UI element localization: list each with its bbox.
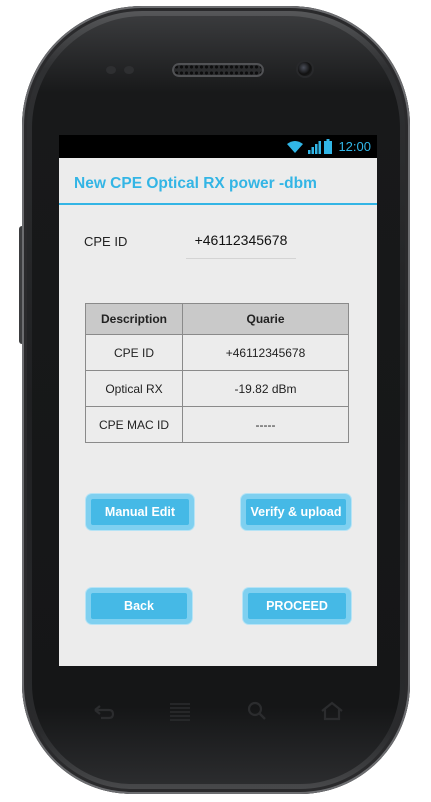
proceed-button[interactable]: PROCEED	[243, 588, 351, 624]
search-icon[interactable]	[244, 700, 270, 722]
table-header-row: Description Quarie	[85, 303, 349, 335]
manual-edit-button-label: Manual Edit	[91, 499, 189, 525]
earpiece-speaker	[172, 63, 264, 77]
back-icon[interactable]	[91, 700, 117, 722]
table-cell-value: -----	[182, 406, 349, 443]
wifi-icon	[287, 140, 304, 153]
table-cell-description: CPE MAC ID	[85, 406, 183, 443]
table-row: CPE ID +46112345678	[85, 334, 349, 371]
cpe-id-field[interactable]: +46112345678	[186, 228, 296, 259]
proximity-sensor	[106, 66, 116, 74]
verify-upload-button[interactable]: Verify & upload	[241, 494, 351, 530]
action-bar: New CPE Optical RX power -dbm	[59, 158, 377, 205]
table-cell-value: -19.82 dBm	[182, 370, 349, 407]
back-button[interactable]: Back	[86, 588, 192, 624]
status-clock: 12:00	[338, 139, 371, 154]
table-cell-value: +46112345678	[182, 334, 349, 371]
light-sensor	[124, 66, 134, 74]
phone-screen: 12:00 New CPE Optical RX power -dbm CPE …	[59, 135, 377, 666]
signal-icon	[308, 140, 322, 154]
table-row: CPE MAC ID -----	[85, 406, 349, 443]
verify-upload-button-label: Verify & upload	[246, 499, 346, 525]
table-row: Optical RX -19.82 dBm	[85, 370, 349, 407]
table-cell-description: Optical RX	[85, 370, 183, 407]
column-header-quarie: Quarie	[182, 303, 349, 335]
front-camera	[298, 62, 312, 76]
info-table: Description Quarie CPE ID +46112345678 O…	[85, 303, 349, 443]
back-button-label: Back	[91, 593, 187, 619]
menu-icon[interactable]	[167, 700, 193, 722]
proceed-button-label: PROCEED	[248, 593, 346, 619]
manual-edit-button[interactable]: Manual Edit	[86, 494, 194, 530]
battery-icon	[324, 139, 333, 154]
status-bar: 12:00	[59, 135, 377, 158]
column-header-description: Description	[85, 303, 183, 335]
table-cell-description: CPE ID	[85, 334, 183, 371]
home-icon[interactable]	[319, 700, 345, 722]
page-title: New CPE Optical RX power -dbm	[74, 175, 317, 192]
cpe-id-label: CPE ID	[84, 234, 128, 249]
